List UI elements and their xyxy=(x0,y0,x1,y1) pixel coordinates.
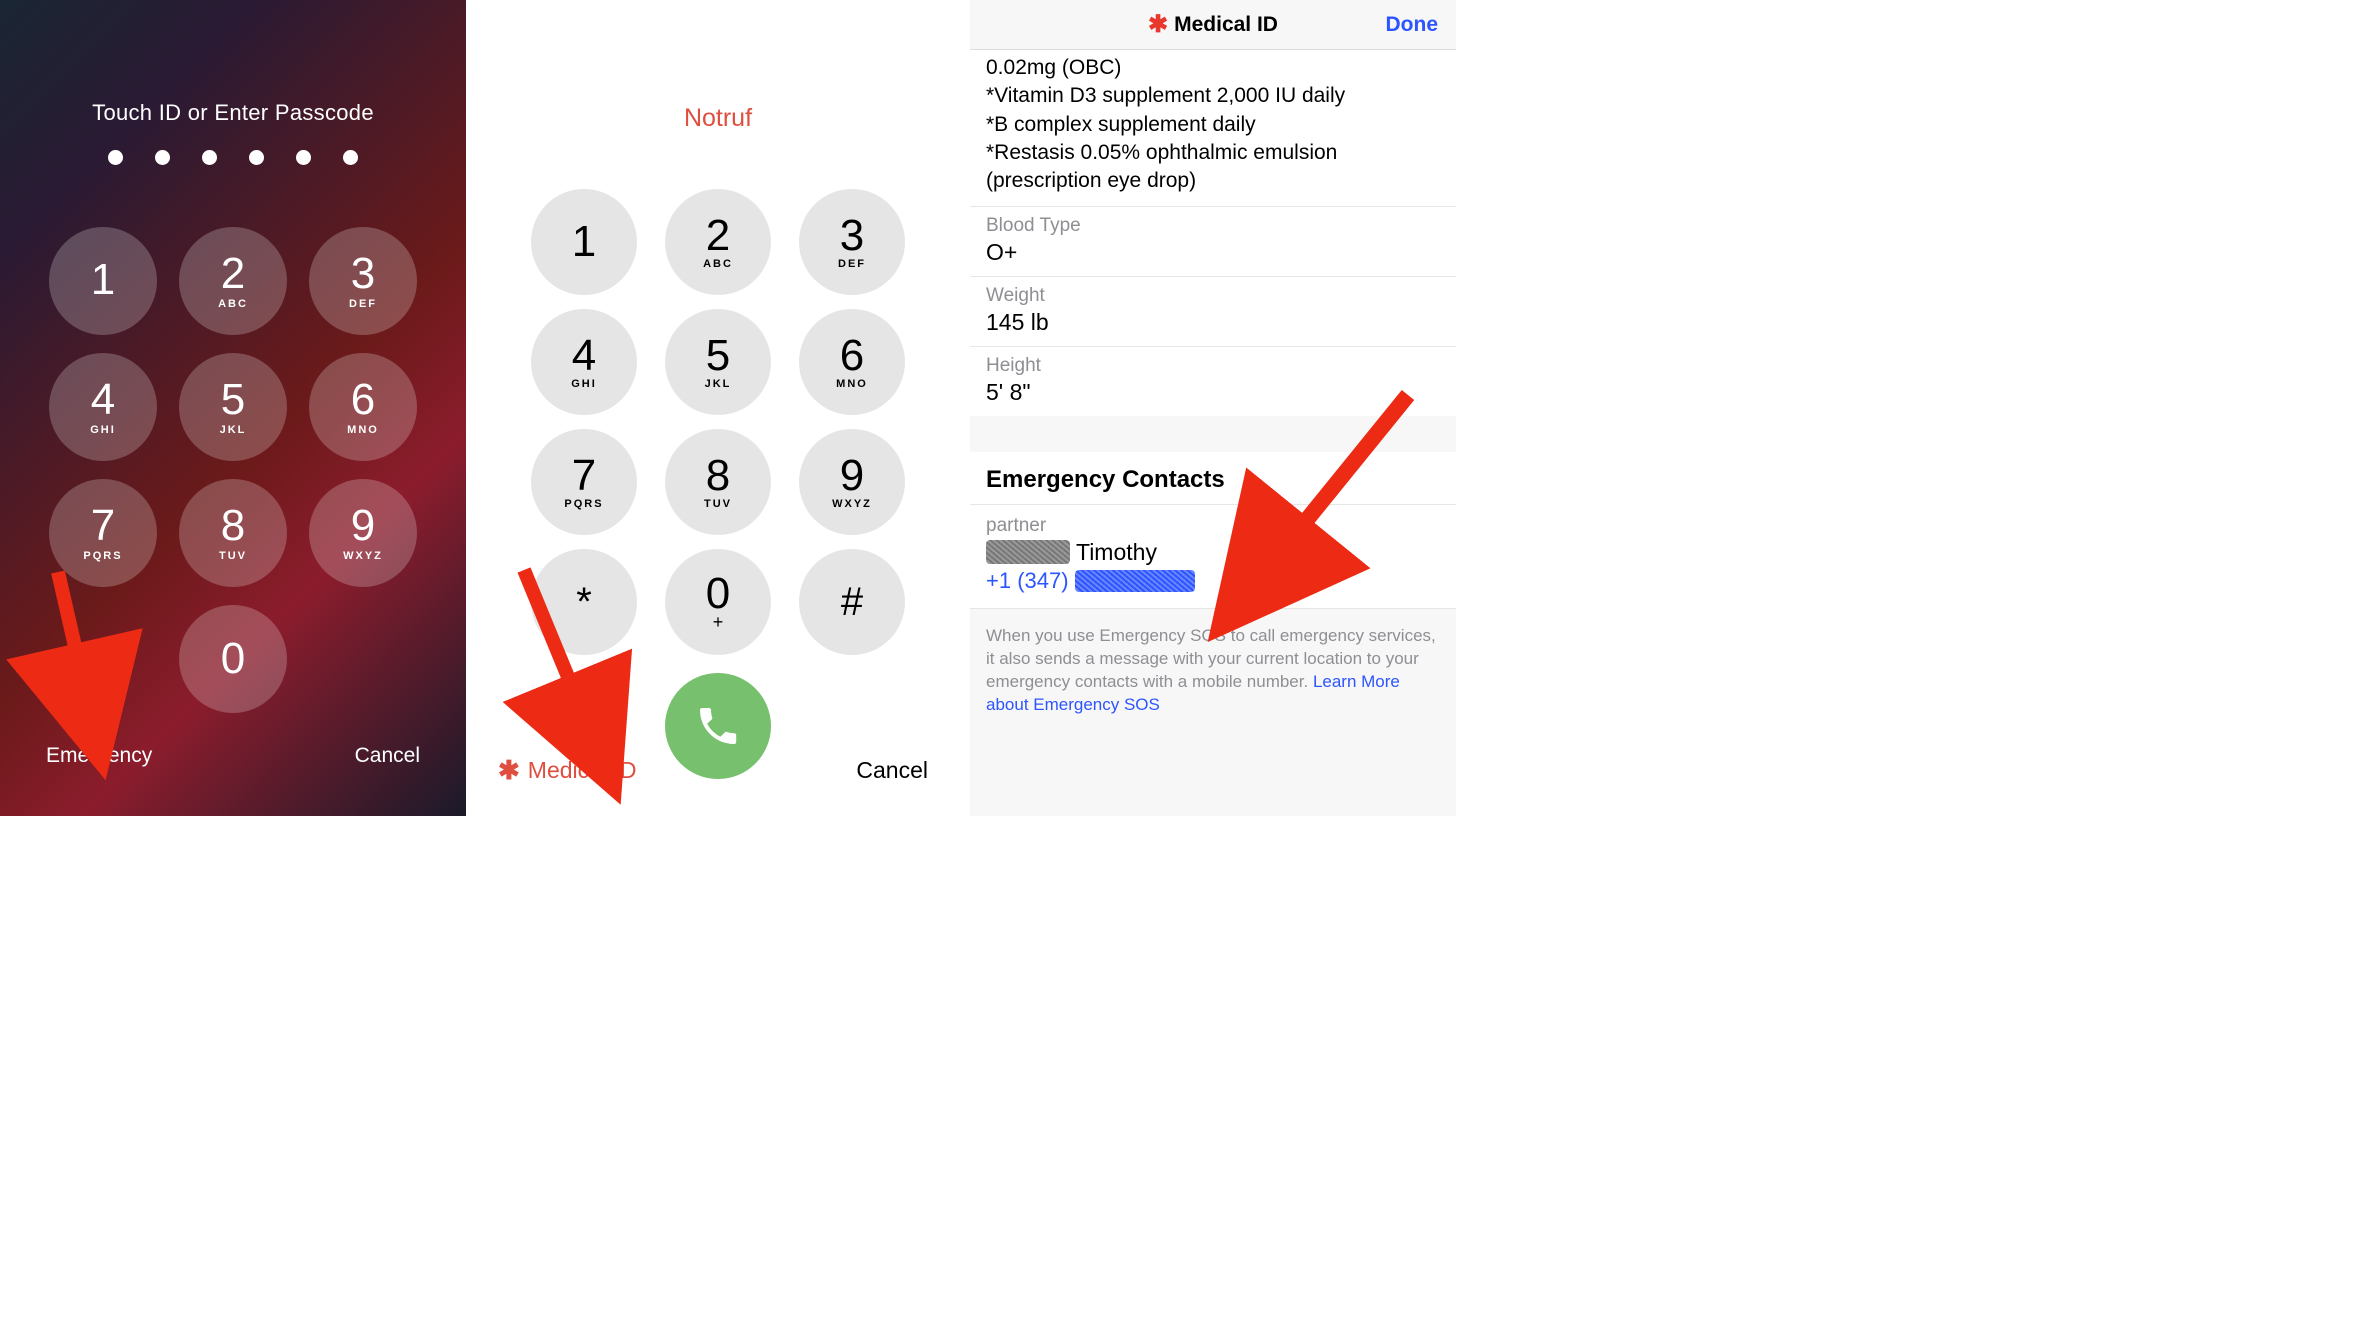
passcode-dot xyxy=(202,150,217,165)
key-0[interactable]: 0 xyxy=(179,605,287,713)
contact-phone[interactable]: +1 (347) xyxy=(986,568,1440,594)
key-1[interactable]: 1 xyxy=(49,227,157,335)
phone-icon xyxy=(694,702,742,750)
lock-bottom-bar: Emergency Cancel xyxy=(0,744,466,768)
key-9[interactable]: 9WXYZ xyxy=(309,479,417,587)
key-3[interactable]: 3DEF xyxy=(309,227,417,335)
dial-key-0[interactable]: 0+ xyxy=(665,549,771,655)
dial-key-7[interactable]: 7PQRS xyxy=(531,429,637,535)
passcode-prompt: Touch ID or Enter Passcode xyxy=(92,100,374,126)
dialer-keypad: 1 2ABC 3DEF 4GHI 5JKL 6MNO 7PQRS 8TUV 9W… xyxy=(531,189,905,655)
dial-key-star[interactable]: * xyxy=(531,549,637,655)
key-5[interactable]: 5JKL xyxy=(179,353,287,461)
cancel-button[interactable]: Cancel xyxy=(856,757,928,784)
emergency-contact-item[interactable]: partner Timothy +1 (347) xyxy=(970,505,1456,609)
dial-key-hash[interactable]: # xyxy=(799,549,905,655)
blood-type-section: Blood Type O+ xyxy=(970,206,1456,276)
height-label: Height xyxy=(986,355,1440,377)
dial-key-4[interactable]: 4GHI xyxy=(531,309,637,415)
emergency-sos-footer: When you use Emergency SOS to call emerg… xyxy=(970,609,1456,737)
emergency-call-title: Notruf xyxy=(684,104,752,133)
height-value: 5' 8" xyxy=(986,379,1440,406)
redacted-text xyxy=(986,540,1070,564)
weight-label: Weight xyxy=(986,285,1440,307)
passcode-dot xyxy=(155,150,170,165)
blood-type-value: O+ xyxy=(986,239,1440,266)
redacted-text xyxy=(1075,570,1195,592)
passcode-dot xyxy=(249,150,264,165)
asterisk-icon: ✱ xyxy=(498,755,520,786)
asterisk-icon: ✱ xyxy=(1148,10,1168,39)
dial-key-2[interactable]: 2ABC xyxy=(665,189,771,295)
emergency-contacts-header: Emergency Contacts xyxy=(970,452,1456,505)
dial-key-3[interactable]: 3DEF xyxy=(799,189,905,295)
contact-relationship: partner xyxy=(986,515,1440,537)
call-bottom-bar: ✱ Medical ID Cancel xyxy=(466,755,970,786)
key-4[interactable]: 4GHI xyxy=(49,353,157,461)
blood-type-label: Blood Type xyxy=(986,215,1440,237)
dial-key-9[interactable]: 9WXYZ xyxy=(799,429,905,535)
emergency-call-screen: Notruf 1 2ABC 3DEF 4GHI 5JKL 6MNO 7PQRS … xyxy=(466,0,970,816)
lock-keypad: 1 2ABC 3DEF 4GHI 5JKL 6MNO 7PQRS 8TUV 9W… xyxy=(49,227,417,713)
dial-key-8[interactable]: 8TUV xyxy=(665,429,771,535)
medical-id-title: Medical ID xyxy=(1174,13,1278,37)
passcode-dot xyxy=(296,150,311,165)
lock-screen: Touch ID or Enter Passcode 1 2ABC 3DEF 4… xyxy=(0,0,466,816)
medical-id-screen: ✱ Medical ID Done 0.02mg (OBC) *Vitamin … xyxy=(970,0,1456,816)
passcode-dot xyxy=(108,150,123,165)
cancel-button[interactable]: Cancel xyxy=(355,744,420,768)
contact-name: Timothy xyxy=(986,539,1440,566)
dial-key-6[interactable]: 6MNO xyxy=(799,309,905,415)
dial-key-5[interactable]: 5JKL xyxy=(665,309,771,415)
medical-id-header: ✱ Medical ID Done xyxy=(970,0,1456,50)
medications-text: 0.02mg (OBC) *Vitamin D3 supplement 2,00… xyxy=(970,50,1456,206)
passcode-dot xyxy=(343,150,358,165)
emergency-button[interactable]: Emergency xyxy=(46,744,152,768)
passcode-dots xyxy=(108,150,358,165)
dial-key-1[interactable]: 1 xyxy=(531,189,637,295)
done-button[interactable]: Done xyxy=(1386,13,1439,37)
medical-id-link[interactable]: ✱ Medical ID xyxy=(498,755,636,786)
key-2[interactable]: 2ABC xyxy=(179,227,287,335)
weight-section: Weight 145 lb xyxy=(970,276,1456,346)
weight-value: 145 lb xyxy=(986,309,1440,336)
key-7[interactable]: 7PQRS xyxy=(49,479,157,587)
key-8[interactable]: 8TUV xyxy=(179,479,287,587)
height-section: Height 5' 8" xyxy=(970,346,1456,416)
key-6[interactable]: 6MNO xyxy=(309,353,417,461)
